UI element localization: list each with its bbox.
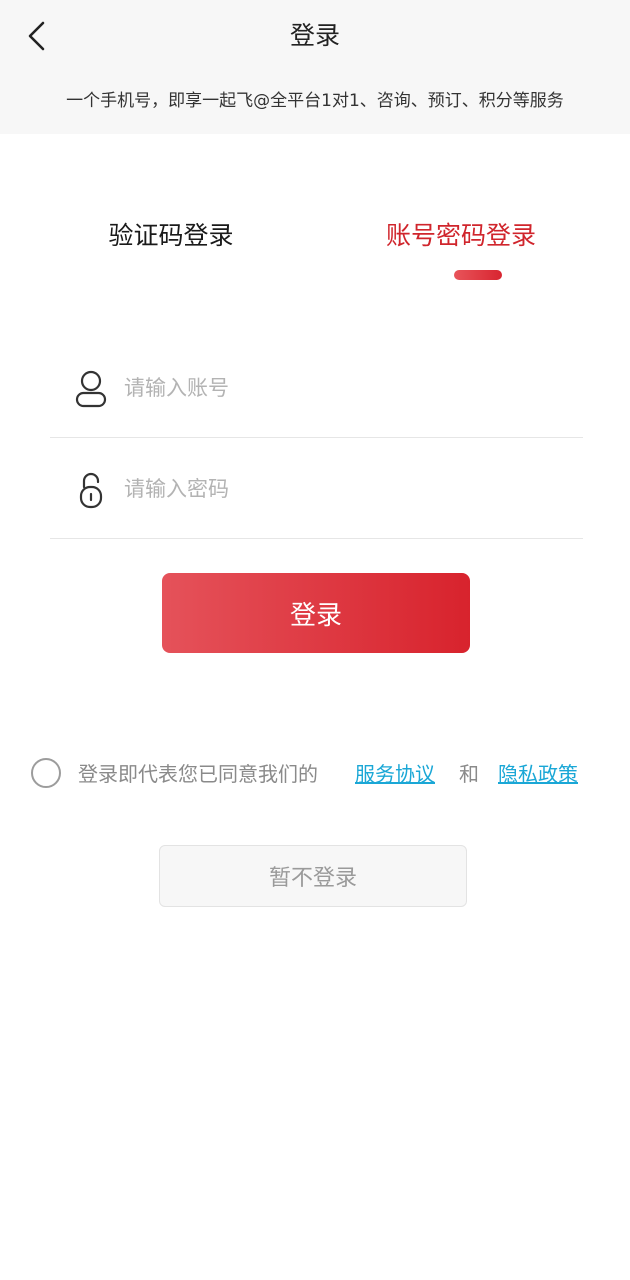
account-field-row xyxy=(50,338,583,438)
service-agreement-link[interactable]: 服务协议 xyxy=(355,756,435,792)
lock-icon xyxy=(72,469,110,511)
tab-sms-login[interactable]: 验证码登录 xyxy=(76,214,266,258)
login-button[interactable]: 登录 xyxy=(162,573,470,653)
agreement-text: 登录即代表您已同意我们的 xyxy=(78,762,318,786)
page-title: 登录 xyxy=(289,21,340,50)
agreement-and: 和 xyxy=(459,762,479,786)
password-field-row xyxy=(50,439,583,539)
header-subtitle: 一个手机号，即享一起飞@全平台1对1、咨询、预订、积分等服务 xyxy=(66,91,564,111)
header: 登录 一个手机号，即享一起飞@全平台1对1、咨询、预订、积分等服务 xyxy=(0,0,630,134)
agree-checkbox[interactable] xyxy=(31,758,61,788)
active-tab-indicator xyxy=(454,270,502,280)
login-screen: 登录 一个手机号，即享一起飞@全平台1对1、咨询、预订、积分等服务 验证码登录 … xyxy=(0,0,630,1280)
agreement-row: 登录即代表您已同意我们的 服务协议 和 隐私政策 xyxy=(30,756,610,792)
user-icon xyxy=(72,368,110,410)
skip-login-button[interactable]: 暂不登录 xyxy=(159,845,467,907)
account-input[interactable] xyxy=(124,364,564,412)
tab-password-login[interactable]: 账号密码登录 xyxy=(366,214,556,258)
privacy-policy-link[interactable]: 隐私政策 xyxy=(498,756,578,792)
password-input[interactable] xyxy=(124,465,564,513)
